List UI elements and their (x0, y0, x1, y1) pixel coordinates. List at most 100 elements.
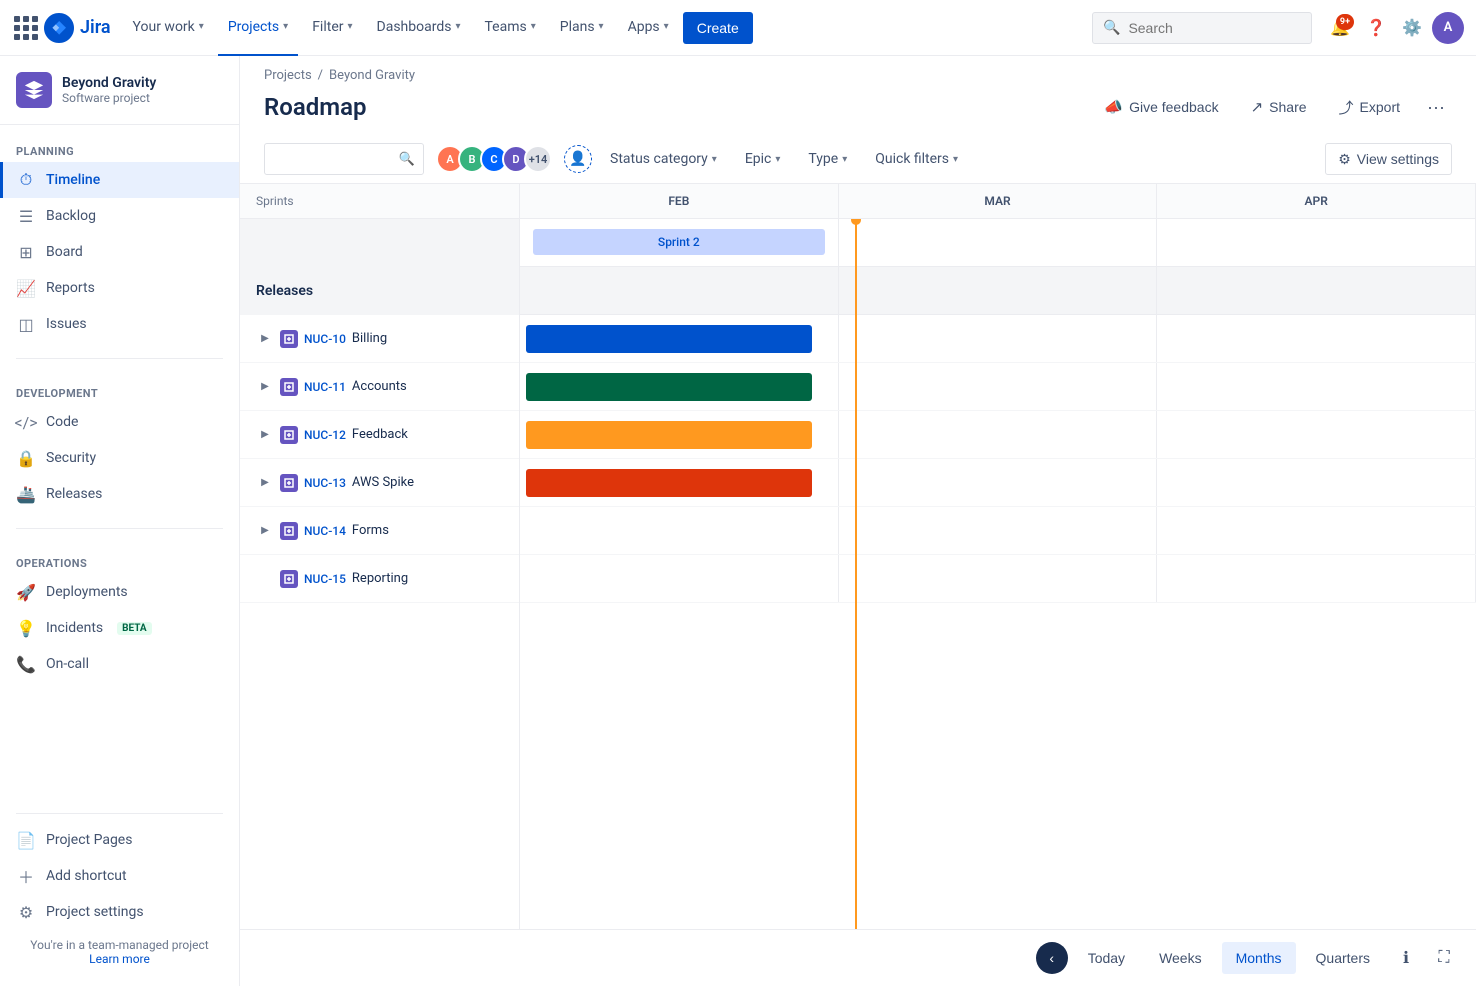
sidebar-item-project-settings[interactable]: ⚙ Project settings (0, 894, 239, 930)
security-label: Security (46, 450, 96, 466)
breadcrumb-projects[interactable]: Projects (264, 68, 312, 83)
expand-icon[interactable]: ▶ (256, 378, 274, 396)
gantt-cell-sprint-apr (1157, 219, 1476, 266)
jira-logo[interactable]: Jira (44, 13, 111, 43)
more-options-button[interactable]: ··· (1420, 91, 1452, 123)
project-settings-label: Project settings (46, 904, 144, 920)
today-button[interactable]: Today (1074, 942, 1139, 974)
nav-filter[interactable]: Filter ▾ (302, 0, 362, 56)
feedback-icon: 📣 (1104, 98, 1123, 116)
divider-1 (16, 358, 223, 359)
nav-plans[interactable]: Plans ▾ (550, 0, 614, 56)
gantt-bar-row-nuc12 (520, 411, 1476, 459)
export-button[interactable]: ⤴ Export (1327, 91, 1412, 123)
issue-name-nuc10: Billing (352, 331, 387, 346)
breadcrumb-project-name[interactable]: Beyond Gravity (329, 68, 415, 83)
give-feedback-button[interactable]: 📣 Give feedback (1092, 91, 1230, 123)
expand-icon[interactable]: ▶ (256, 522, 274, 540)
search-filter-box[interactable]: 🔍 (264, 143, 424, 175)
gantt-row-nuc12[interactable]: ▶ NUC-12 Feedback (240, 411, 519, 459)
gantt-bar-nuc11[interactable] (526, 373, 812, 401)
reports-icon: 📈 (16, 278, 36, 298)
sidebar-item-releases[interactable]: 🚢 Releases (0, 476, 239, 512)
gantt-cell-nuc15-2 (839, 555, 1158, 602)
sidebar-item-timeline[interactable]: ⏱ Timeline (0, 162, 239, 198)
sidebar-item-code[interactable]: </> Code (0, 404, 239, 440)
gantt-bar-nuc13[interactable] (526, 469, 812, 497)
weeks-button[interactable]: Weeks (1145, 942, 1216, 974)
search-filter-icon: 🔍 (399, 152, 415, 167)
timeline-label: Timeline (46, 172, 100, 188)
gantt-cell-nuc11-2 (839, 363, 1158, 410)
gantt-bar-nuc12[interactable] (526, 421, 812, 449)
nav-your-work[interactable]: Your work ▾ (123, 0, 214, 56)
planning-section: PLANNING ⏱ Timeline ☰ Backlog ⊞ Board 📈 … (0, 125, 239, 350)
months-button[interactable]: Months (1222, 942, 1296, 974)
sidebar-item-backlog[interactable]: ☰ Backlog (0, 198, 239, 234)
gantt-cell-nuc12-3 (1157, 411, 1476, 458)
expand-icon[interactable]: ▶ (256, 330, 274, 348)
nav-back-button[interactable]: ‹ (1036, 942, 1068, 974)
board-icon: ⊞ (16, 242, 36, 262)
status-category-filter[interactable]: Status category ▾ (600, 143, 727, 175)
quarters-button[interactable]: Quarters (1302, 942, 1384, 974)
create-button[interactable]: Create (683, 12, 753, 44)
type-filter[interactable]: Type ▾ (798, 143, 857, 175)
gantt-month-mar: MAR (839, 184, 1158, 218)
chevron-down-icon: ▾ (199, 21, 204, 32)
gantt-releases-header (520, 267, 1476, 315)
quick-filters[interactable]: Quick filters ▾ (865, 143, 968, 175)
gantt-releases-cell-1 (520, 267, 839, 314)
issue-ref-nuc11: NUC-11 (304, 380, 346, 394)
expand-icon[interactable]: ▶ (256, 474, 274, 492)
sidebar: Beyond Gravity Software project PLANNING… (0, 56, 240, 986)
project-pages-label: Project Pages (46, 832, 132, 848)
gantt-row-nuc11[interactable]: ▶ NUC-11 Accounts (240, 363, 519, 411)
search-input[interactable] (1128, 20, 1301, 36)
sidebar-item-issues[interactable]: ◫ Issues (0, 306, 239, 342)
gantt-bar-row-nuc11 (520, 363, 1476, 411)
gantt-cell-nuc14-3 (1157, 507, 1476, 554)
sidebar-item-project-pages[interactable]: 📄 Project Pages (0, 822, 239, 858)
info-button[interactable]: ℹ (1390, 942, 1422, 974)
add-person-button[interactable]: 👤 (564, 145, 592, 173)
planning-label: PLANNING (0, 141, 239, 162)
gantt-bar-nuc10[interactable] (526, 325, 812, 353)
sidebar-item-add-shortcut[interactable]: ＋ Add shortcut (0, 858, 239, 894)
sidebar-item-board[interactable]: ⊞ Board (0, 234, 239, 270)
help-button[interactable]: ❓ (1360, 12, 1392, 44)
share-button[interactable]: ↗ Share (1239, 91, 1319, 123)
nav-dashboards[interactable]: Dashboards ▾ (367, 0, 471, 56)
nav-apps[interactable]: Apps ▾ (618, 0, 679, 56)
epic-filter[interactable]: Epic ▾ (735, 143, 791, 175)
expand-fullscreen-button[interactable]: ⛶ (1428, 942, 1460, 974)
sidebar-item-reports[interactable]: 📈 Reports (0, 270, 239, 306)
issue-ref-nuc10: NUC-10 (304, 332, 346, 346)
sidebar-item-deployments[interactable]: 🚀 Deployments (0, 574, 239, 610)
gantt-row-nuc10[interactable]: ▶ NUC-10 Billing (240, 315, 519, 363)
filter-search-input[interactable] (273, 151, 393, 167)
avatars-row: A B C D +14 (436, 145, 552, 173)
gantt-row-nuc13[interactable]: ▶ NUC-13 AWS Spike (240, 459, 519, 507)
gantt-cell-nuc15 (520, 555, 839, 602)
sidebar-item-oncall[interactable]: 📞 On-call (0, 646, 239, 682)
notifications-button[interactable]: 🔔 9+ (1324, 12, 1356, 44)
avatar-more[interactable]: +14 (524, 145, 552, 173)
gantt-row-nuc15[interactable]: NUC-15 Reporting (240, 555, 519, 603)
learn-more-link[interactable]: Learn more (89, 952, 150, 966)
settings-button[interactable]: ⚙️ (1396, 12, 1428, 44)
sidebar-item-security[interactable]: 🔒 Security (0, 440, 239, 476)
nav-projects[interactable]: Projects ▾ (218, 0, 298, 56)
view-settings-button[interactable]: ⚙ View settings (1325, 143, 1452, 175)
search-box[interactable]: 🔍 (1092, 12, 1312, 44)
nav-teams[interactable]: Teams ▾ (474, 0, 545, 56)
grid-menu-icon[interactable] (12, 14, 40, 42)
breadcrumb: Projects / Beyond Gravity (240, 56, 1476, 87)
gantt-row-nuc14[interactable]: ▶ NUC-14 Forms (240, 507, 519, 555)
gantt-bar-row-nuc10 (520, 315, 1476, 363)
avatar[interactable]: A (1432, 12, 1464, 44)
backlog-icon: ☰ (16, 206, 36, 226)
expand-icon[interactable]: ▶ (256, 426, 274, 444)
sidebar-item-incidents[interactable]: 💡 Incidents BETA (0, 610, 239, 646)
gantt-cell-nuc15-3 (1157, 555, 1476, 602)
